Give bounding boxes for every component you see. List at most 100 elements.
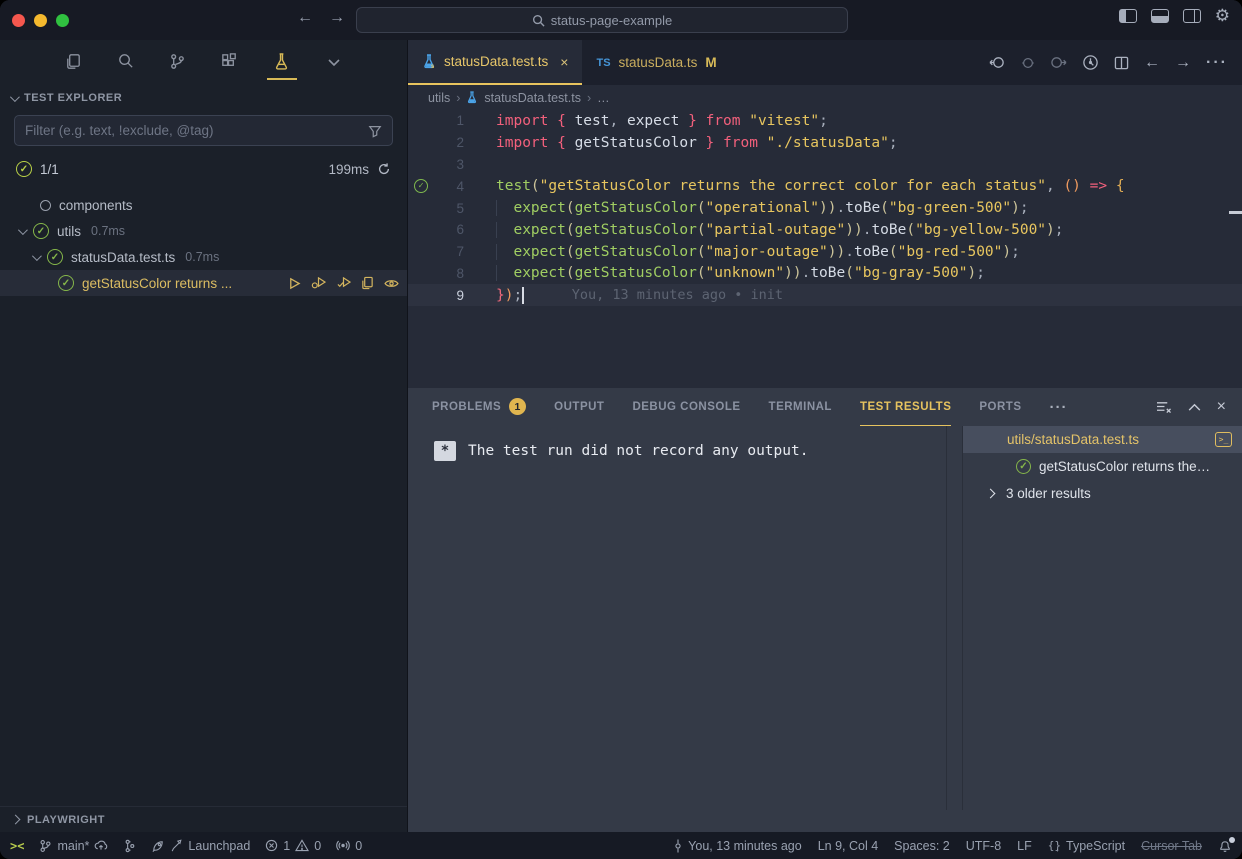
blame-status-item[interactable]: You, 13 minutes ago (673, 839, 802, 853)
cursor-position-item[interactable]: Ln 9, Col 4 (818, 839, 878, 853)
command-center-search[interactable]: status-page-example (356, 7, 848, 33)
terminal-icon[interactable]: >_ (1215, 432, 1232, 447)
code-line-2: 2import { getStatusColor } from "./statu… (408, 132, 1242, 154)
playwright-section-header[interactable]: PLAYWRIGHT (0, 806, 407, 832)
notification-badge (1229, 837, 1235, 843)
overview-ruler-marker (1229, 211, 1242, 214)
navigate-forward-icon[interactable]: → (1175, 54, 1191, 72)
broadcast-icon (336, 839, 350, 852)
code-editor[interactable]: 1import { test, expect } from "vitest";2… (408, 110, 1242, 388)
history-back-button[interactable]: ← (294, 9, 316, 27)
sidebar: TEST EXPLORER ✓ 1/1 199ms components (0, 40, 408, 832)
code-line-6: 6 expect(getStatusColor("partial-outage"… (408, 219, 1242, 241)
maximize-panel-icon[interactable] (1188, 403, 1201, 411)
line-number: 5 (434, 201, 464, 216)
testing-view-icon[interactable] (267, 46, 297, 80)
test-explorer-header[interactable]: TEST EXPLORER (0, 85, 407, 111)
tab-statusdata-test-ts[interactable]: s statusData.test.ts × (408, 40, 582, 85)
source-control-icon[interactable] (163, 46, 193, 80)
test-file-icon: s (422, 54, 436, 69)
more-actions-icon[interactable]: ··· (1206, 54, 1228, 72)
run-previous-icon[interactable] (989, 55, 1006, 70)
navigate-back-icon[interactable]: ← (1144, 54, 1160, 72)
toggle-left-sidebar-icon[interactable] (1119, 9, 1137, 23)
tree-item-utils[interactable]: ✓ utils 0.7ms (0, 218, 407, 244)
toggle-bottom-panel-icon[interactable] (1151, 9, 1169, 23)
remote-indicator[interactable]: >< (10, 839, 24, 853)
toggle-right-sidebar-icon[interactable] (1183, 9, 1201, 23)
run-next-icon[interactable] (1050, 55, 1067, 70)
coverage-test-icon[interactable] (336, 277, 351, 290)
problems-status-item[interactable]: 1 0 (265, 839, 321, 853)
extensions-icon[interactable] (215, 46, 245, 80)
result-row-test[interactable]: ✓ getStatusColor returns the… (963, 453, 1242, 480)
tab-terminal[interactable]: TERMINAL (769, 388, 832, 426)
copy-icon[interactable] (361, 276, 374, 290)
views-chevron-icon[interactable] (319, 46, 349, 80)
tab-test-results[interactable]: TEST RESULTS (860, 388, 951, 426)
tree-item-components[interactable]: components (0, 192, 407, 218)
clear-output-icon[interactable] (1156, 400, 1172, 414)
indentation-item[interactable]: Spaces: 2 (894, 839, 950, 853)
notifications-bell[interactable] (1218, 839, 1232, 853)
inline-blame: You, 13 minutes ago • init (572, 287, 783, 303)
zoom-window-button[interactable] (56, 14, 69, 27)
encoding-item[interactable]: UTF-8 (966, 839, 1001, 853)
reveal-test-icon[interactable] (384, 278, 399, 289)
tab-statusdata-ts[interactable]: TS statusData.ts M (582, 40, 730, 85)
tab-debug-console[interactable]: DEBUG CONSOLE (632, 388, 740, 426)
filter-icon[interactable] (368, 124, 382, 138)
run-circle-icon[interactable] (1021, 56, 1035, 70)
tab-problems[interactable]: PROBLEMS 1 (432, 388, 526, 426)
code-line-1: 1import { test, expect } from "vitest"; (408, 110, 1242, 132)
refresh-icon[interactable] (377, 162, 391, 176)
language-mode-item[interactable]: {̹} TypeScript (1048, 839, 1125, 853)
chevron-down-icon (18, 225, 28, 235)
tab-output[interactable]: OUTPUT (554, 388, 604, 426)
test-results-list: utils/statusData.test.ts >_ ✓ getStatusC… (963, 426, 1242, 507)
close-panel-icon[interactable]: × (1217, 398, 1226, 416)
result-row-file[interactable]: utils/statusData.test.ts >_ (963, 426, 1242, 453)
git-branch-item[interactable]: main* (39, 839, 108, 853)
more-panel-tabs-icon[interactable]: ··· (1050, 388, 1068, 426)
close-tab-icon[interactable]: × (560, 54, 568, 70)
run-test-icon[interactable] (288, 277, 301, 290)
breadcrumb-file[interactable]: statusData.test.ts (484, 91, 581, 105)
tab-ports[interactable]: PORTS (979, 388, 1021, 426)
history-forward-button[interactable]: → (326, 9, 348, 27)
minimize-window-button[interactable] (34, 14, 47, 27)
test-file-icon (466, 91, 478, 104)
debug-test-icon[interactable] (311, 277, 326, 290)
result-row-older[interactable]: 3 older results (963, 480, 1242, 507)
test-unrun-icon (40, 200, 51, 211)
search-view-icon[interactable] (111, 46, 141, 80)
pipeline-status-item[interactable] (123, 839, 136, 853)
tree-item-statusdata-test[interactable]: ✓ statusData.test.ts 0.7ms (0, 244, 407, 270)
tree-item-getstatuscolor-test[interactable]: ✓ getStatusColor returns ... (0, 270, 407, 296)
explorer-icon[interactable] (59, 46, 89, 80)
ports-status-item[interactable]: 0 (336, 839, 362, 853)
close-window-button[interactable] (12, 14, 25, 27)
tree-item-label: components (59, 198, 133, 213)
launchpad-item[interactable]: Launchpad (151, 839, 250, 853)
run-tests-with-profile-icon[interactable] (1082, 54, 1099, 71)
search-text: status-page-example (551, 13, 672, 28)
cursor-tab-item[interactable]: Cursor Tab (1141, 839, 1202, 853)
line-number: 4 (434, 179, 464, 194)
breadcrumb-symbol[interactable]: … (597, 91, 610, 105)
breadcrumb-folder[interactable]: utils (428, 91, 450, 105)
output-marker-icon: * (434, 441, 456, 461)
git-branch-icon (39, 839, 52, 853)
panel-splitter[interactable] (946, 426, 963, 810)
split-editor-icon[interactable] (1114, 56, 1129, 70)
eol-item[interactable]: LF (1017, 839, 1032, 853)
problems-count-badge: 1 (509, 398, 526, 415)
editor-group: s statusData.test.ts × TS statusData.ts … (408, 40, 1242, 832)
line-number: 9 (434, 288, 464, 303)
status-bar: >< main* Launchpad 1 0 0 You, 13 mi (0, 832, 1242, 859)
test-pass-icon: ✓ (33, 223, 49, 239)
modified-indicator: M (705, 55, 716, 70)
gear-icon[interactable]: ⚙ (1215, 9, 1230, 23)
test-filter-input[interactable] (25, 123, 368, 138)
tab-label: statusData.test.ts (444, 54, 548, 69)
